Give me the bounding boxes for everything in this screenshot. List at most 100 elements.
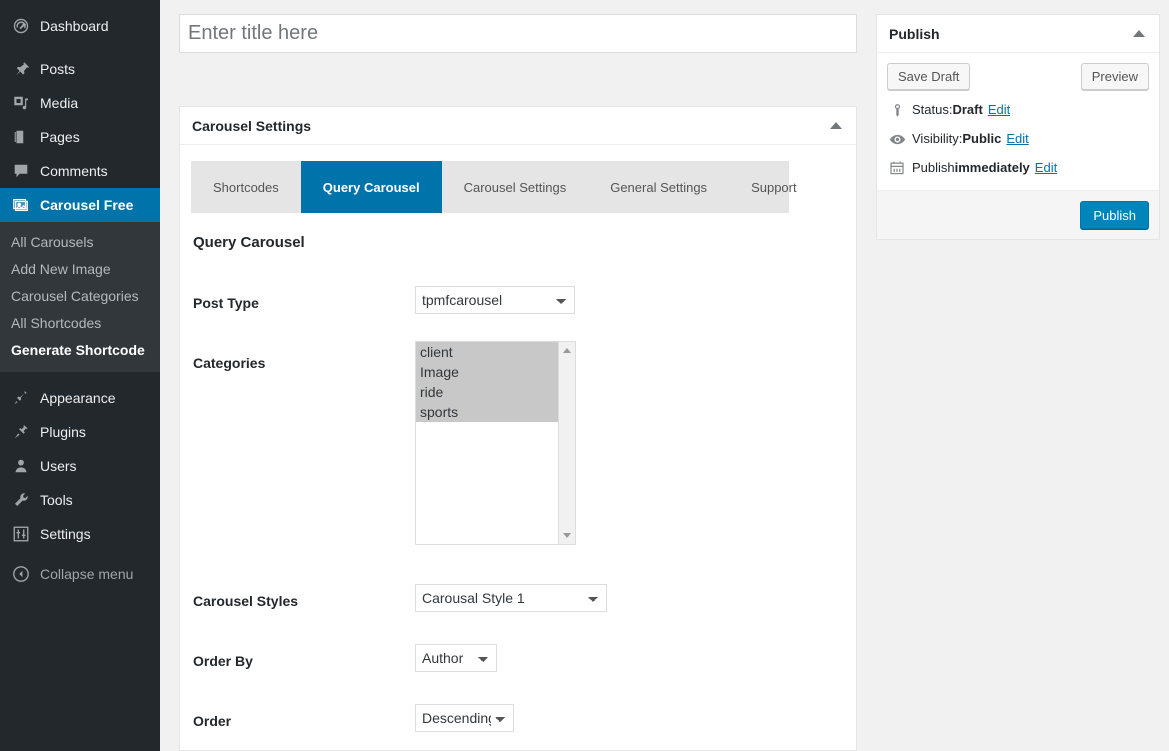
submenu-item-generate-shortcode[interactable]: Generate Shortcode (0, 337, 160, 364)
visibility-edit-link[interactable]: Edit (1006, 130, 1028, 148)
collapse-menu-button[interactable]: Collapse menu (0, 557, 160, 591)
status-row: Status: Draft Edit (887, 101, 1149, 119)
submenu-item-add-new-image[interactable]: Add New Image (0, 256, 160, 283)
categories-option-list: client Image ride sports (416, 342, 558, 544)
publish-metabox: Publish Save Draft Preview Status: Draft… (876, 14, 1160, 240)
sidebar-item-media[interactable]: Media (0, 86, 160, 120)
sidebar-item-settings[interactable]: Settings (0, 517, 160, 551)
metabox-title: Carousel Settings (192, 117, 312, 134)
post-type-control: tpmfcarousel (415, 286, 575, 314)
categories-option[interactable]: client (416, 342, 558, 362)
scroll-up-icon[interactable] (563, 348, 571, 353)
images-icon (11, 195, 31, 215)
order-label: Order (193, 713, 232, 729)
pages-icon (11, 127, 31, 147)
sidebar-separator-2 (0, 372, 160, 381)
order-by-label: Order By (193, 653, 253, 669)
categories-multiselect[interactable]: client Image ride sports (415, 341, 576, 545)
post-type-select[interactable]: tpmfcarousel (415, 286, 575, 314)
publish-button[interactable]: Publish (1080, 201, 1149, 229)
pane-title: Query Carousel (193, 234, 305, 251)
categories-label: Categories (193, 355, 266, 371)
scroll-down-icon[interactable] (563, 533, 571, 538)
sidebar-item-plugins[interactable]: Plugins (0, 415, 160, 449)
pin-icon (11, 59, 31, 79)
sidebar-item-label: Pages (40, 129, 80, 145)
sidebar-item-label: Appearance (40, 390, 116, 406)
sidebar-item-posts[interactable]: Posts (0, 52, 160, 86)
schedule-edit-link[interactable]: Edit (1035, 159, 1057, 177)
key-icon (887, 103, 907, 118)
categories-scrollbar[interactable] (558, 342, 575, 544)
carousel-styles-label: Carousel Styles (193, 593, 299, 609)
sidebar-item-pages[interactable]: Pages (0, 120, 160, 154)
order-select[interactable]: Descending (415, 704, 514, 732)
visibility-prefix: Visibility: (912, 131, 963, 146)
categories-option[interactable]: ride (416, 382, 558, 402)
sidebar-item-comments[interactable]: Comments (0, 154, 160, 188)
brush-icon (11, 388, 31, 408)
categories-option[interactable]: Image (416, 362, 558, 382)
carousel-styles-select[interactable]: Carousal Style 1 (415, 584, 607, 612)
sidebar-item-users[interactable]: Users (0, 449, 160, 483)
sidebar-item-tools[interactable]: Tools (0, 483, 160, 517)
submenu-item-all-shortcodes[interactable]: All Shortcodes (0, 310, 160, 337)
admin-content: Carousel Settings Shortcodes Query Carou… (160, 0, 1169, 751)
publish-button-row: Save Draft Preview (887, 63, 1149, 90)
title-field-wrap (179, 14, 857, 53)
status-value: Draft (952, 102, 983, 117)
collapse-icon (11, 564, 31, 584)
status-edit-link[interactable]: Edit (988, 101, 1010, 119)
settings-tab-bar: Shortcodes Query Carousel Carousel Setti… (191, 161, 797, 213)
sidebar-separator (0, 43, 160, 52)
comments-icon (11, 161, 31, 181)
sidebar-item-dashboard[interactable]: Dashboard (0, 9, 160, 43)
sidebar-item-carousel-free[interactable]: Carousel Free (0, 188, 168, 222)
schedule-row: Publish immediately Edit (887, 159, 1149, 177)
publish-header[interactable]: Publish (877, 15, 1159, 53)
media-icon (11, 93, 31, 113)
wp-admin-screen: Dashboard Posts Media Pages Comments Car… (0, 0, 1169, 751)
collapse-menu-label: Collapse menu (40, 566, 134, 582)
calendar-icon (887, 160, 907, 176)
publish-body: Save Draft Preview Status: Draft Edit Vi… (877, 53, 1159, 179)
triangle-up-icon[interactable] (830, 122, 842, 129)
visibility-row: Visibility: Public Edit (887, 130, 1149, 148)
sidebar-item-label: Tools (40, 492, 73, 508)
publish-title: Publish (889, 25, 940, 42)
order-control: Descending (415, 704, 514, 732)
order-by-select[interactable]: Author (415, 644, 497, 672)
visibility-value: Public (962, 131, 1002, 146)
submenu-item-all-carousels[interactable]: All Carousels (0, 229, 160, 256)
post-title-input[interactable] (179, 14, 857, 53)
dashboard-icon (11, 16, 31, 36)
carousel-free-submenu: All Carousels Add New Image Carousel Cat… (0, 222, 160, 372)
tab-carousel-settings[interactable]: Carousel Settings (442, 161, 589, 213)
submenu-item-carousel-categories[interactable]: Carousel Categories (0, 283, 160, 310)
post-type-label: Post Type (193, 295, 259, 311)
triangle-up-icon[interactable] (1133, 30, 1145, 37)
save-draft-button[interactable]: Save Draft (887, 63, 971, 90)
status-prefix: Status: (912, 102, 953, 117)
sidebar-item-label: Settings (40, 526, 91, 542)
sidebar-item-label: Media (40, 95, 79, 111)
carousel-styles-control: Carousal Style 1 (415, 584, 607, 612)
preview-button[interactable]: Preview (1080, 63, 1149, 90)
user-icon (11, 456, 31, 476)
sidebar-item-appearance[interactable]: Appearance (0, 381, 160, 415)
sidebar-item-label: Posts (40, 61, 76, 77)
carousel-settings-metabox: Carousel Settings Shortcodes Query Carou… (179, 106, 857, 751)
sidebar-item-label: Dashboard (40, 18, 109, 34)
tab-support[interactable]: Support (729, 161, 819, 213)
tab-query-carousel[interactable]: Query Carousel (300, 161, 442, 213)
schedule-value: immediately (954, 160, 1030, 175)
tab-general-settings[interactable]: General Settings (588, 161, 729, 213)
plug-icon (11, 422, 31, 442)
sidebar-item-label: Comments (40, 163, 108, 179)
wrench-icon (11, 490, 31, 510)
admin-sidebar: Dashboard Posts Media Pages Comments Car… (0, 0, 168, 751)
metabox-header[interactable]: Carousel Settings (180, 107, 856, 145)
categories-option[interactable]: sports (416, 402, 558, 422)
publish-footer: Publish (877, 190, 1159, 239)
tab-shortcodes[interactable]: Shortcodes (191, 161, 301, 213)
